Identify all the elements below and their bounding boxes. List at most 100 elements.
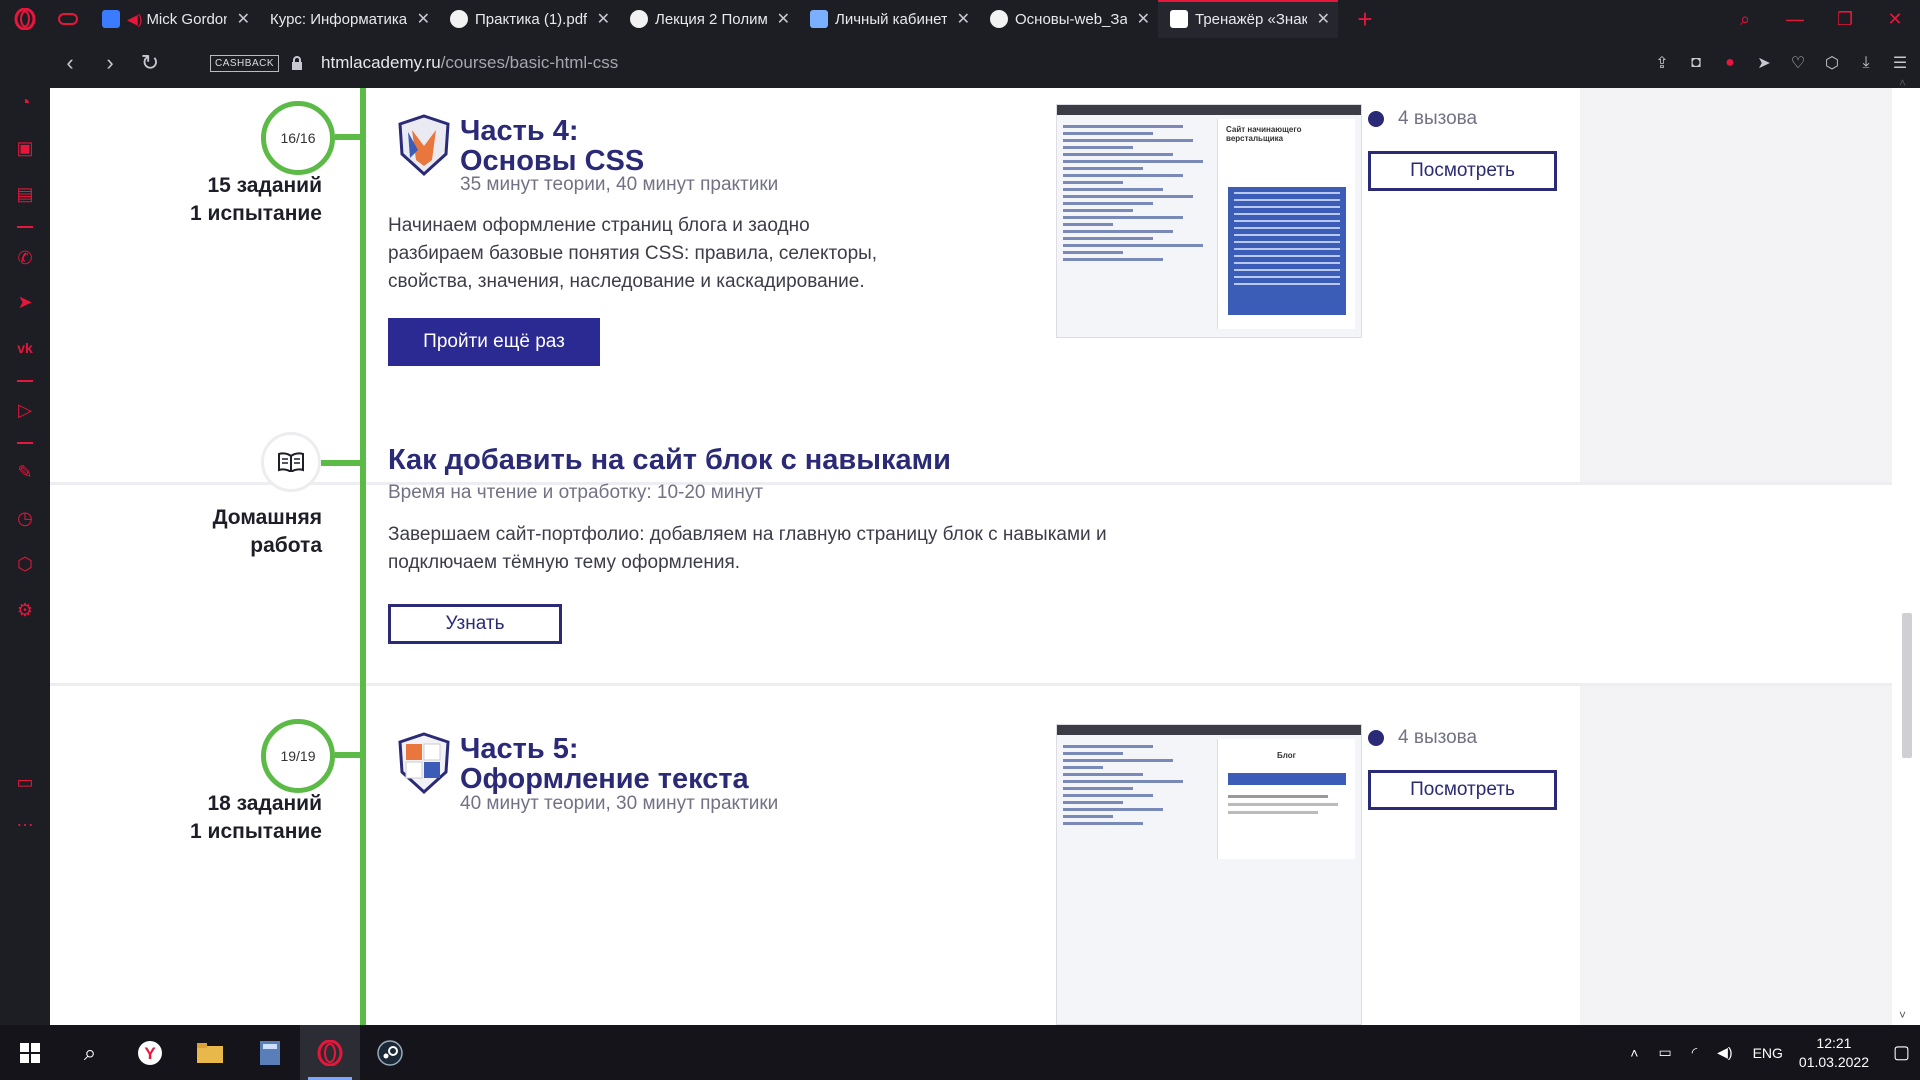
homework-description: Завершаем сайт-портфолио: добавляем на г… xyxy=(388,524,1107,573)
minimize-icon[interactable]: — xyxy=(1770,9,1820,30)
globe-icon xyxy=(990,10,1008,28)
clock[interactable]: 12:21 01.03.2022 xyxy=(1799,1034,1869,1072)
tray-overflow-icon[interactable]: ˄ xyxy=(1630,1045,1638,1061)
history-icon[interactable]: ◷ xyxy=(13,506,37,530)
close-icon[interactable]: ✕ xyxy=(1317,9,1330,29)
thumb-code xyxy=(1063,741,1213,829)
volume-icon[interactable]: ◀) xyxy=(1717,1044,1732,1061)
close-window-icon[interactable]: ✕ xyxy=(1870,9,1920,30)
search-icon[interactable]: ⌕ xyxy=(60,1025,120,1080)
page-scrollbar[interactable]: ˄ ˅ xyxy=(1892,76,1920,1025)
timeline-connector xyxy=(321,460,365,466)
opera-menu-icon[interactable] xyxy=(0,0,50,38)
tab-1[interactable]: Курс: Информатика (В ✕ xyxy=(258,0,438,38)
part4-meta: 15 заданий 1 испытание xyxy=(190,174,322,225)
course-page: 16/16 15 заданий 1 испытание Часть 4: Ос… xyxy=(50,88,1892,1025)
scroll-down-icon[interactable]: ˅ xyxy=(1899,1008,1906,1022)
progress-circle: 19/19 xyxy=(261,719,335,793)
thumb-panel xyxy=(1228,187,1346,315)
part5-title[interactable]: Часть 5: Оформление текста xyxy=(460,734,749,794)
browser-tab-bar: ◀) Mick Gordon — DC ✕ Курс: Информатика … xyxy=(0,0,1920,38)
homework-node xyxy=(261,432,321,492)
restore-icon[interactable]: ❐ xyxy=(1820,9,1870,30)
easy-setup-icon[interactable]: ☰ xyxy=(1890,53,1910,73)
view-part5-button[interactable]: Посмотреть xyxy=(1368,770,1557,810)
timeline xyxy=(360,88,366,1025)
battery-icon[interactable]: ▭ xyxy=(1658,1044,1671,1061)
tab-0[interactable]: ◀) Mick Gordon — DC ✕ xyxy=(90,0,258,38)
back-icon[interactable]: ‹ xyxy=(50,50,90,76)
thumb-toolbar xyxy=(1057,105,1361,115)
yandex-browser-icon[interactable]: Y xyxy=(120,1025,180,1080)
gamepad-tab-icon[interactable] xyxy=(50,0,90,38)
tab-2[interactable]: Практика (1).pdf ✕ xyxy=(438,0,618,38)
new-tab-button[interactable]: + xyxy=(1350,4,1380,35)
send-icon[interactable]: ➤ xyxy=(1754,53,1774,73)
address-bar: ‹ › ↻ CASHBACK htmlacademy.ru/courses/ba… xyxy=(50,38,1920,88)
sidebar-divider xyxy=(17,442,33,444)
calculator-icon[interactable] xyxy=(240,1025,300,1080)
close-icon[interactable]: ✕ xyxy=(777,9,790,29)
close-icon[interactable]: ✕ xyxy=(417,9,430,29)
bookmarks-icon[interactable]: ✎ xyxy=(13,460,37,484)
extensions-icon[interactable]: ⬡ xyxy=(13,552,37,576)
whatsapp-icon[interactable]: ✆ xyxy=(13,246,37,270)
sidebar-panel-icon[interactable]: ▭ xyxy=(13,770,37,794)
tab-4[interactable]: Личный кабинет ✕ xyxy=(798,0,978,38)
close-icon[interactable]: ✕ xyxy=(957,9,970,29)
discord-icon xyxy=(102,10,120,28)
search-tabs-icon[interactable]: ⌕ xyxy=(1720,9,1770,30)
heart-icon[interactable]: ♡ xyxy=(1788,53,1808,73)
part5-preview-thumbnail[interactable]: Блог xyxy=(1056,724,1362,1025)
telegram-icon[interactable]: ➤ xyxy=(13,290,37,314)
tab-3[interactable]: Лекция 2 Полиморфи ✕ xyxy=(618,0,798,38)
opera-taskbar-icon[interactable] xyxy=(300,1025,360,1080)
tab-5[interactable]: Основы-web_Задание ✕ xyxy=(978,0,1158,38)
vpn-shield-icon[interactable]: ● xyxy=(1720,53,1740,73)
part4-title[interactable]: Часть 4: Основы CSS xyxy=(460,116,644,176)
scroll-up-icon[interactable]: ˄ xyxy=(1899,76,1906,90)
twitch-icon[interactable]: ▤ xyxy=(13,182,37,206)
language-indicator[interactable]: ENG xyxy=(1753,1045,1783,1061)
view-part4-button[interactable]: Посмотреть xyxy=(1368,151,1557,191)
forward-icon[interactable]: › xyxy=(90,50,130,76)
account-icon xyxy=(810,10,828,28)
close-icon[interactable]: ✕ xyxy=(1137,9,1150,29)
network-icon[interactable]: ◜ xyxy=(1692,1044,1697,1061)
windows-start-icon[interactable] xyxy=(0,1025,60,1080)
camera-icon[interactable]: ◘ xyxy=(1686,53,1706,73)
share-icon[interactable]: ⇪ xyxy=(1652,53,1672,73)
tab-active[interactable]: Тренажёр «Знакомств ✕ xyxy=(1158,0,1338,38)
part4-calls: 4 вызова xyxy=(1368,108,1477,130)
sidebar-divider xyxy=(17,380,33,382)
homework-label: Домашняя работа xyxy=(212,506,322,557)
reload-icon[interactable]: ↻ xyxy=(130,50,170,76)
retry-part4-button[interactable]: Пройти ещё раз xyxy=(388,318,600,366)
lock-icon[interactable] xyxy=(291,56,303,70)
download-icon[interactable]: ⤓ xyxy=(1856,53,1876,73)
thumb-preview: Сайт начинающего верстальщика xyxy=(1217,119,1355,329)
audio-playing-icon[interactable]: ◀) xyxy=(127,11,142,28)
part4-preview-thumbnail[interactable]: Сайт начинающего верстальщика xyxy=(1056,104,1362,338)
scroll-thumb[interactable] xyxy=(1902,613,1912,758)
address-tools: ⇪ ◘ ● ➤ ♡ ⬡ ⤓ ☰ xyxy=(1652,38,1910,88)
learn-more-button[interactable]: Узнать xyxy=(388,604,562,644)
calls-dot-icon xyxy=(1368,111,1384,127)
htmlacademy-icon xyxy=(1170,10,1188,28)
steam-icon[interactable] xyxy=(360,1025,420,1080)
settings-icon[interactable]: ⚙ xyxy=(13,598,37,622)
side-panel-part4 xyxy=(1580,88,1892,482)
close-icon[interactable]: ✕ xyxy=(237,9,250,29)
player-icon[interactable]: ▷ xyxy=(13,398,37,422)
url-field[interactable]: htmlacademy.ru/courses/basic-html-css xyxy=(321,53,618,73)
file-explorer-icon[interactable] xyxy=(180,1025,240,1080)
cube-icon[interactable]: ⬡ xyxy=(1822,53,1842,73)
workspace-icon[interactable]: ▣ xyxy=(13,136,37,160)
notifications-icon[interactable]: ▢ xyxy=(1893,1042,1910,1063)
homework-title[interactable]: Как добавить на сайт блок с навыками xyxy=(388,444,951,477)
vk-icon[interactable]: vk xyxy=(13,336,37,360)
more-icon[interactable]: … xyxy=(13,808,37,832)
close-icon[interactable]: ✕ xyxy=(597,9,610,29)
speed-dial-icon[interactable]: ◔ xyxy=(13,90,37,114)
cashback-badge[interactable]: CASHBACK xyxy=(210,54,280,72)
